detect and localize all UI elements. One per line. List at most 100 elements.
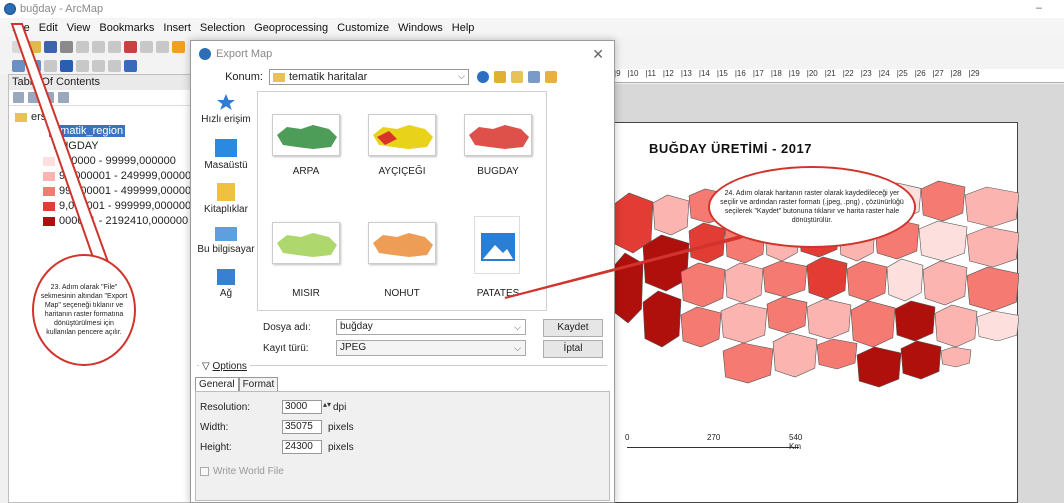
open-folder-icon[interactable] [28, 40, 41, 53]
computer-icon [215, 227, 237, 241]
write-world-file-checkbox[interactable]: Write World File [200, 466, 284, 477]
layers-folder-icon [15, 112, 27, 122]
file-thumb-patates[interactable] [474, 216, 520, 274]
class-swatch [43, 156, 55, 166]
menu-customize[interactable]: Customize [337, 22, 389, 34]
ruler-tick: |12 [662, 69, 674, 78]
menu-windows[interactable]: Windows [398, 22, 443, 34]
copy-icon[interactable] [92, 40, 105, 53]
file-thumb-misir[interactable] [272, 222, 340, 264]
save-button[interactable]: Kaydet [543, 319, 603, 337]
tab-general[interactable]: General [195, 377, 239, 391]
place-this-pc[interactable]: Bu bilgisayar [196, 227, 256, 255]
filetype-select[interactable]: JPEG ⌵ [336, 340, 526, 356]
toc-class-3: 99,000001 - 499999,000000 [43, 185, 197, 197]
province-polygon [816, 338, 858, 370]
class-label: 99,000001 - 249999,000000 [59, 170, 198, 182]
redo-icon[interactable] [156, 40, 169, 53]
delete-icon[interactable] [124, 40, 137, 53]
place-quick-access[interactable]: Hızlı erişim [196, 93, 256, 125]
file-thumb-arpa[interactable] [272, 114, 340, 156]
close-icon[interactable]: ✕ [592, 46, 604, 63]
resolution-input[interactable]: 3000 [282, 400, 322, 414]
layout-view[interactable]: BUĞDAY ÜRETİMİ - 2017 0 270 540 Km [612, 84, 1064, 503]
up-folder-icon[interactable] [494, 71, 506, 83]
height-input[interactable]: 24300 [282, 440, 322, 454]
connect-folder-icon[interactable] [545, 71, 557, 83]
full-extent-icon[interactable] [60, 59, 73, 72]
view-menu-icon[interactable] [528, 71, 540, 83]
save-icon[interactable] [44, 40, 57, 53]
menu-insert[interactable]: Insert [163, 22, 191, 34]
place-desktop[interactable]: Masaüstü [196, 139, 256, 171]
minimize-icon[interactable]: – [1036, 2, 1056, 14]
back-icon[interactable] [92, 59, 105, 72]
province-polygon [964, 186, 1019, 228]
menu-view[interactable]: View [67, 22, 91, 34]
menu-geoprocessing[interactable]: Geoprocessing [254, 22, 328, 34]
toc-layer-name: tematik_region [49, 125, 126, 137]
menu-bookmarks[interactable]: Bookmarks [99, 22, 154, 34]
arcmap-app-icon [199, 48, 211, 60]
province-polygon [652, 194, 690, 236]
menu-file[interactable]: File [12, 22, 30, 34]
province-polygon [613, 252, 644, 324]
toc-layer-tematik-region[interactable]: tematik_region [49, 125, 126, 137]
file-thumb-aycicegi[interactable] [368, 114, 436, 156]
province-polygon [766, 296, 808, 334]
spinner-icon[interactable]: ▴▾ [323, 400, 331, 409]
list-by-source-icon[interactable] [28, 92, 39, 103]
toc-options-icon[interactable] [58, 92, 69, 103]
forward-icon[interactable] [108, 59, 121, 72]
options-toggle[interactable]: ▽ Options [199, 361, 250, 372]
pan-icon[interactable] [44, 59, 57, 72]
file-thumb-nohut[interactable] [368, 222, 436, 264]
filename-label: Dosya adı: [263, 322, 311, 333]
class-swatch [43, 216, 55, 226]
back-icon[interactable] [477, 71, 489, 83]
add-data-icon[interactable] [172, 40, 185, 53]
location-nav-icons [477, 71, 562, 83]
paste-icon[interactable] [108, 40, 121, 53]
province-polygon [966, 226, 1019, 268]
menu-selection[interactable]: Selection [200, 22, 245, 34]
new-document-icon[interactable] [12, 40, 25, 53]
ruler-tick: |18 [770, 69, 782, 78]
toc-layers-label: ers [31, 111, 47, 123]
toc-class-2: 99,000001 - 249999,000000 [43, 170, 197, 182]
cancel-button[interactable]: İptal [543, 340, 603, 358]
map-thumbnail-arpa [277, 125, 337, 149]
fixed-zoom-icon[interactable] [76, 59, 89, 72]
scale-bar-line [627, 447, 799, 448]
place-label: Ağ [219, 288, 233, 299]
filename-input[interactable]: buğday ⌵ [336, 319, 526, 335]
undo-icon[interactable] [140, 40, 153, 53]
width-label: Width: [200, 422, 229, 433]
menu-help[interactable]: Help [452, 22, 475, 34]
ruler-tick: |27 [932, 69, 944, 78]
file-list[interactable]: ARPA AYÇIÇEĞI BUGDAY MISIR NOHUT PATATES [257, 91, 547, 311]
new-folder-icon[interactable] [511, 71, 523, 83]
location-dropdown[interactable]: tematik haritalar ⌵ [269, 69, 469, 85]
tab-format[interactable]: Format [238, 377, 279, 391]
place-libraries[interactable]: Kitaplıklar [196, 183, 256, 215]
ruler-tick: |24 [878, 69, 890, 78]
place-network[interactable]: Ağ [196, 269, 256, 299]
province-polygon [680, 262, 726, 308]
width-input[interactable]: 35075 [282, 420, 322, 434]
zoom-out-icon[interactable] [28, 59, 41, 72]
zoom-in-icon[interactable] [12, 59, 25, 72]
toc-layers-group[interactable]: ers [15, 111, 46, 123]
select-icon[interactable] [124, 59, 137, 72]
province-polygon [850, 300, 896, 348]
file-thumb-bugday[interactable] [464, 114, 532, 156]
star-icon [215, 93, 237, 111]
province-polygon [976, 310, 1019, 342]
province-polygon [966, 266, 1019, 312]
menu-edit[interactable]: Edit [39, 22, 58, 34]
print-icon[interactable] [60, 40, 73, 53]
ruler-tick: |14 [698, 69, 710, 78]
cut-icon[interactable] [76, 40, 89, 53]
list-by-visibility-icon[interactable] [43, 92, 54, 103]
list-by-drawing-order-icon[interactable] [13, 92, 24, 103]
